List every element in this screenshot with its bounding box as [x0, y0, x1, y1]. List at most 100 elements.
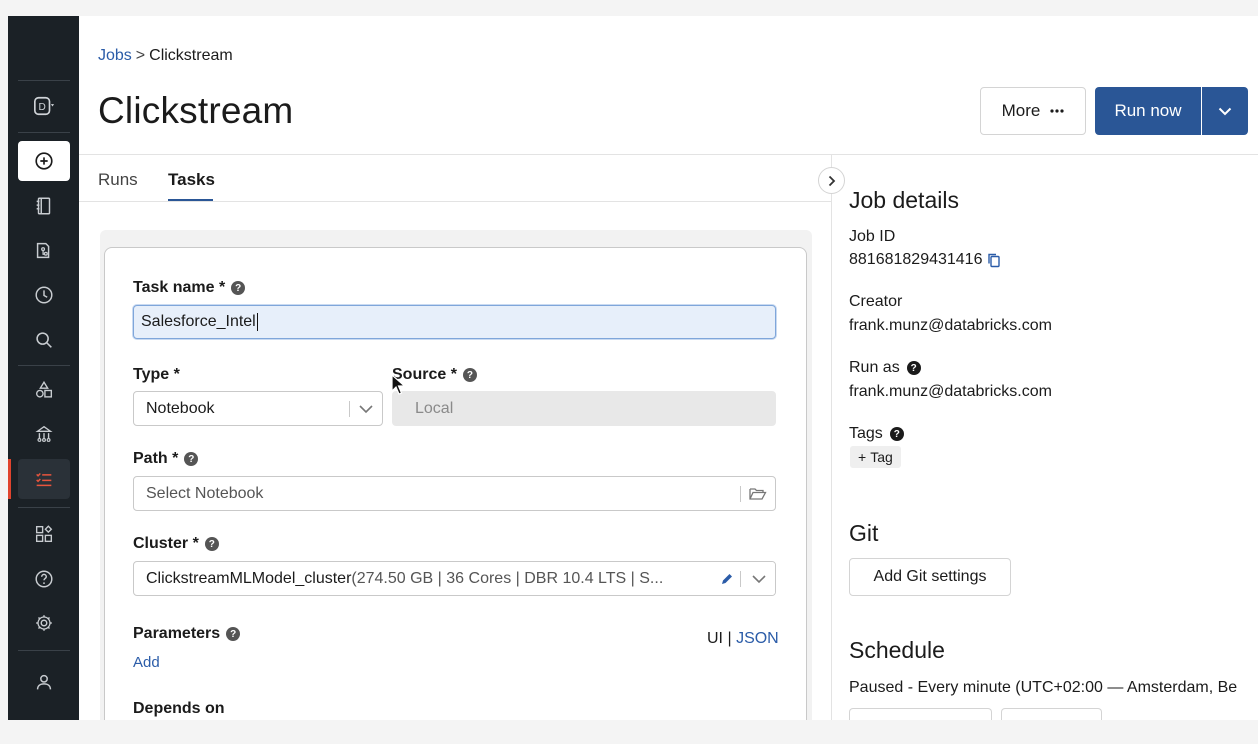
depends-on-label-text: Depends on [133, 700, 225, 717]
run-now-button[interactable]: Run now [1095, 87, 1201, 135]
schedule-summary: Paused - Every minute (UTC+02:00 — Amste… [849, 679, 1238, 696]
header-divider [79, 154, 1258, 155]
help-icon[interactable]: ? [462, 368, 477, 382]
input-separator [740, 485, 741, 502]
rail-compute-button[interactable] [18, 414, 70, 454]
rail-account-button[interactable] [18, 662, 70, 702]
parameters-mode-ui[interactable]: UI [707, 630, 723, 647]
job-id-row: 881681829431416 [849, 251, 1002, 269]
cluster-details: (274.50 GB | 36 Cores | DBR 10.4 LTS | S… [351, 569, 664, 587]
tab-runs[interactable]: Runs [98, 170, 138, 190]
svg-text:D: D [39, 102, 46, 113]
schedule-section-title: Schedule [849, 637, 945, 663]
type-select-controls [349, 392, 382, 425]
help-icon[interactable]: ? [889, 427, 904, 441]
source-select-value: Local [415, 399, 454, 417]
creator-value: frank.munz@databricks.com [849, 317, 1052, 334]
rail-search-button[interactable] [18, 320, 70, 360]
copy-icon[interactable] [986, 252, 1002, 268]
run-now-dropdown[interactable] [1202, 87, 1248, 135]
help-icon[interactable]: ? [231, 281, 246, 295]
help-icon[interactable]: ? [204, 537, 219, 551]
partner-connect-icon [35, 525, 53, 543]
ellipsis-icon [1050, 109, 1064, 113]
tab-tasks[interactable]: Tasks [168, 170, 215, 190]
cluster-select[interactable]: ClickstreamMLModel_cluster (274.50 GB | … [133, 561, 776, 596]
workspace-switcher[interactable]: D [18, 86, 70, 126]
job-id-label: Job ID [849, 228, 896, 245]
depends-on-label: Depends on [133, 700, 225, 718]
chevron-down-icon [1218, 107, 1232, 115]
schedule-edit-button[interactable] [849, 708, 992, 720]
rail-separator [18, 650, 70, 651]
cluster-name: ClickstreamMLModel_cluster [146, 569, 352, 587]
more-button-label: More [1001, 101, 1041, 120]
rail-data-button[interactable] [18, 370, 70, 410]
cluster-select-controls [712, 562, 775, 595]
add-git-settings-button[interactable]: Add Git settings [849, 558, 1011, 596]
breadcrumb-jobs-link[interactable]: Jobs [98, 47, 132, 64]
source-select: Local [392, 391, 776, 426]
cluster-icon [35, 425, 53, 442]
task-name-label-text: Task name * [133, 279, 226, 296]
rail-repos-button[interactable] [18, 231, 70, 271]
breadcrumb-current: Clickstream [149, 47, 233, 64]
rail-help-button[interactable] [18, 559, 70, 599]
page-title: Clickstream [98, 90, 294, 131]
schedule-pause-button[interactable] [1001, 708, 1102, 720]
cluster-label: Cluster * ? [133, 535, 219, 553]
parameters-mode-toggle: UI | JSON [707, 630, 779, 648]
parameters-label: Parameters ? [133, 625, 241, 643]
breadcrumb-separator: > [135, 47, 146, 64]
chevron-down-icon [359, 404, 373, 413]
search-icon [36, 332, 52, 348]
help-icon[interactable]: ? [906, 361, 921, 375]
panel-divider [831, 154, 832, 720]
plus-icon: + [858, 449, 867, 465]
parameters-mode-json[interactable]: JSON [736, 630, 779, 647]
path-label-text: Path * [133, 450, 179, 467]
job-id-value: 881681829431416 [849, 251, 983, 268]
type-label: Type * [133, 366, 180, 384]
workspace-d-icon: D [34, 96, 55, 116]
type-select[interactable]: Notebook [133, 391, 383, 426]
creator-label: Creator [849, 293, 903, 310]
pencil-icon[interactable] [720, 572, 734, 586]
help-icon[interactable]: ? [226, 627, 241, 641]
add-parameter-link[interactable]: Add [133, 654, 160, 671]
job-details-title: Job details [849, 187, 959, 213]
task-name-label: Task name * ? [133, 279, 246, 297]
add-tag-label: Tag [870, 449, 893, 465]
add-tag-button[interactable]: + Tag [850, 446, 901, 468]
parameters-label-text: Parameters [133, 625, 221, 642]
help-icon[interactable]: ? [184, 452, 199, 466]
tabs-divider [79, 201, 831, 202]
rail-jobs-button[interactable] [18, 459, 70, 499]
rail-marketplace-button[interactable] [18, 514, 70, 554]
text-caret [256, 313, 258, 331]
path-input[interactable]: Select Notebook [133, 476, 776, 511]
type-label-text: Type * [133, 366, 180, 383]
rail-separator [18, 80, 70, 81]
clock-icon [35, 286, 53, 304]
repo-icon [36, 242, 50, 259]
rail-separator [18, 507, 70, 508]
path-input-controls [740, 477, 775, 510]
collapse-panel-button[interactable] [818, 167, 845, 194]
chevron-right-icon [828, 175, 835, 186]
rail-recents-button[interactable] [18, 275, 70, 315]
user-icon [36, 674, 52, 690]
rail-workspace-button[interactable] [18, 186, 70, 226]
rail-create-button[interactable] [18, 141, 70, 181]
rail-settings-button[interactable] [18, 603, 70, 643]
task-name-input[interactable]: Salesforce_Intel [133, 305, 776, 339]
breadcrumb: Jobs > Clickstream [98, 47, 233, 65]
mouse-cursor-icon [391, 374, 407, 395]
app-window: D Jobs > Clickstream Clickstream More Ru… [8, 16, 1258, 720]
plus-circle-icon [35, 152, 53, 170]
folder-open-icon[interactable] [749, 487, 767, 501]
run-as-label: Run as ? [849, 359, 921, 377]
path-label: Path * ? [133, 450, 199, 468]
more-button[interactable]: More [980, 87, 1086, 135]
notebook-icon [36, 197, 51, 215]
